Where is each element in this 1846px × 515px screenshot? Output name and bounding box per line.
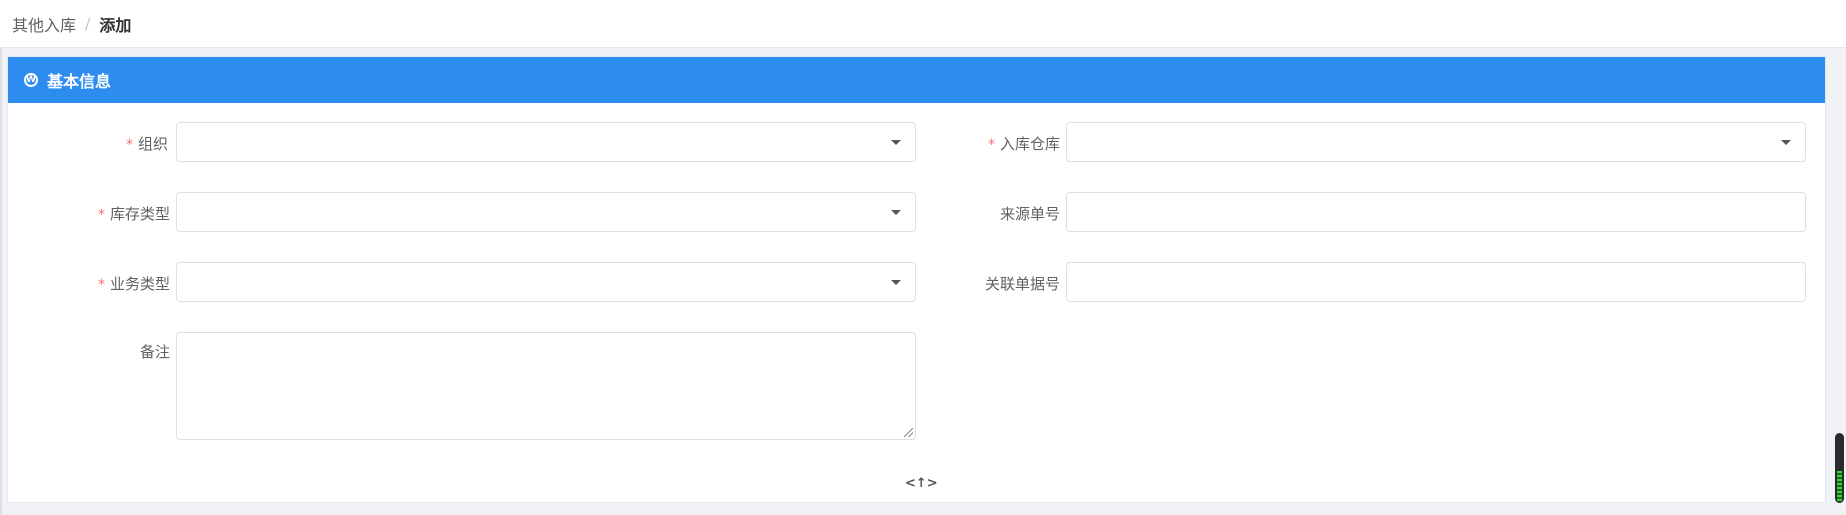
scroll-indicator-icon (1837, 471, 1842, 501)
related-no-input[interactable] (1066, 262, 1806, 302)
chevron-down-icon (1781, 140, 1791, 145)
remark-label: 备注 (70, 332, 170, 372)
collapse-icon[interactable]: <↑> (905, 474, 938, 494)
remark-label-text: 备注 (139, 343, 170, 361)
inventory-type-label: * 库存类型 (70, 194, 170, 234)
scrollbar-thumb[interactable] (1835, 433, 1844, 503)
inventory-type-label-text: 库存类型 (109, 205, 170, 223)
organization-label: * 组织 (90, 124, 168, 164)
organization-label-text: 组织 (137, 135, 168, 153)
business-type-label-text: 业务类型 (109, 275, 170, 293)
warehouse-label-text: 入库仓库 (999, 135, 1060, 153)
source-no-label: 来源单号 (960, 194, 1060, 234)
warehouse-label: * 入库仓库 (960, 124, 1060, 164)
business-type-select[interactable] (176, 262, 916, 302)
section-header[interactable]: W 基本信息 (8, 57, 1825, 103)
window-left-edge (0, 0, 2, 515)
chevron-down-icon (891, 280, 901, 285)
required-mark: * (97, 277, 105, 293)
required-mark: * (125, 137, 133, 153)
remark-textarea[interactable] (176, 332, 916, 440)
organization-select-input[interactable] (177, 123, 915, 161)
required-mark: * (97, 207, 105, 223)
required-mark: * (987, 137, 995, 153)
source-no-input[interactable] (1066, 192, 1806, 232)
breadcrumb-parent-link[interactable]: 其他入库 (12, 12, 76, 36)
breadcrumb-current: 添加 (99, 15, 132, 35)
inventory-type-select-input[interactable] (177, 193, 915, 231)
inventory-type-select[interactable] (176, 192, 916, 232)
related-no-label-text: 关联单据号 (984, 275, 1060, 293)
breadcrumb: 其他入库 / 添加 (0, 0, 1846, 48)
section-icon: W (24, 73, 38, 87)
business-type-label: * 业务类型 (70, 264, 170, 304)
related-no-label: 关联单据号 (960, 264, 1060, 304)
related-no-field[interactable] (1067, 263, 1805, 301)
chevron-down-icon (891, 210, 901, 215)
warehouse-select[interactable] (1066, 122, 1806, 162)
remark-field[interactable] (177, 333, 915, 439)
section-title: 基本信息 (47, 72, 112, 91)
business-type-select-input[interactable] (177, 263, 915, 301)
source-no-label-text: 来源单号 (999, 205, 1060, 223)
organization-select[interactable] (176, 122, 916, 162)
resize-handle-icon[interactable] (904, 428, 913, 437)
breadcrumb-separator: / (85, 14, 91, 33)
chevron-down-icon (891, 140, 901, 145)
source-no-field[interactable] (1067, 193, 1805, 231)
warehouse-select-input[interactable] (1067, 123, 1805, 161)
